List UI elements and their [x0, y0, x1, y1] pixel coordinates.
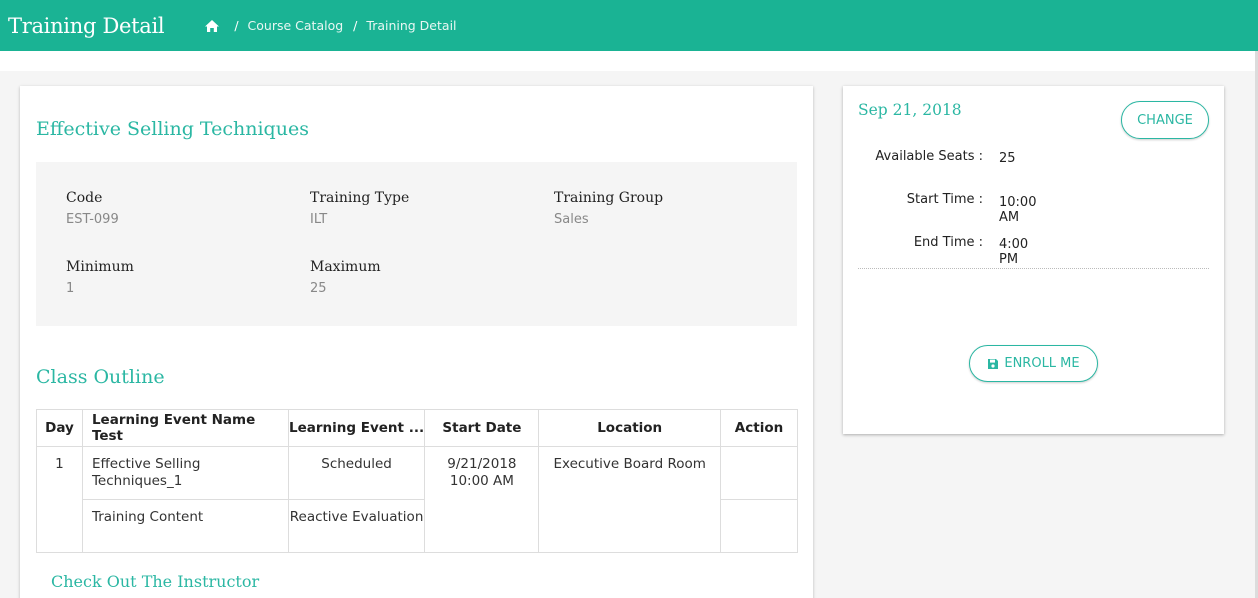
breadcrumb-training-detail: Training Detail	[366, 18, 457, 33]
start-time-label: Start Time :	[906, 192, 983, 207]
start-time: 10:00 AM	[449, 473, 514, 489]
column-header-action: Action	[720, 409, 798, 447]
home-icon[interactable]	[204, 19, 220, 33]
top-bar: Training Detail / Course Catalog / Train…	[0, 0, 1258, 51]
event-type-cell: Scheduled	[287, 446, 426, 500]
event-type-cell: Reactive Evaluation	[287, 499, 426, 553]
breadcrumb-course-catalog[interactable]: Course Catalog	[248, 18, 344, 33]
training-type-field: Training Type ILT	[310, 190, 409, 227]
end-time-value: 4:00 PM	[999, 237, 1029, 267]
maximum-field: Maximum 25	[310, 259, 381, 296]
divider	[858, 268, 1209, 269]
minimum-label: Minimum	[66, 259, 134, 275]
course-info-panel: Code EST-099 Training Type ILT Training …	[36, 162, 797, 326]
maximum-value: 25	[310, 281, 327, 296]
location-cell: Executive Board Room	[538, 446, 722, 553]
action-cell	[720, 446, 798, 500]
session-card: Sep 21, 2018 CHANGE Available Seats : 25…	[843, 86, 1224, 434]
column-header-learning-event-name[interactable]: Learning Event Name Test	[81, 409, 289, 447]
code-label: Code	[66, 190, 103, 206]
breadcrumb-separator: /	[353, 18, 358, 33]
training-type-label: Training Type	[310, 190, 410, 206]
day-cell: 1	[36, 446, 83, 553]
available-seats-value: 25	[999, 151, 1016, 166]
start-date: 9/21/2018	[447, 456, 517, 472]
start-time-value: 10:00 AM	[999, 195, 1037, 225]
training-detail-card: Effective Selling Techniques Code EST-09…	[20, 86, 813, 598]
session-date: Sep 21, 2018	[858, 101, 962, 119]
class-outline-table: Day Learning Event Name Test Learning Ev…	[36, 409, 798, 553]
event-name-cell: Training Content	[81, 499, 289, 553]
maximum-label: Maximum	[310, 259, 381, 275]
training-type-value: ILT	[310, 212, 328, 227]
column-header-location[interactable]: Location	[538, 409, 722, 447]
column-header-day[interactable]: Day	[36, 409, 83, 447]
page-title: Training Detail	[8, 13, 165, 38]
training-group-field: Training Group Sales	[554, 190, 663, 227]
column-header-learning-event-type[interactable]: Learning Event ...	[287, 409, 426, 447]
training-group-label: Training Group	[554, 190, 664, 206]
event-name-cell: Effective Selling Techniques_1	[81, 446, 289, 500]
table-header-row: Day Learning Event Name Test Learning Ev…	[36, 409, 798, 447]
table-row: 1 Effective Selling Techniques_1 Schedul…	[36, 446, 798, 553]
breadcrumb-separator: /	[234, 18, 239, 33]
change-button[interactable]: CHANGE	[1121, 101, 1209, 139]
minimum-value: 1	[66, 281, 75, 296]
end-time-label: End Time :	[913, 235, 983, 250]
header-spacer	[0, 51, 1258, 71]
check-out-instructor-link[interactable]: Check Out The Instructor	[51, 572, 259, 591]
action-cell	[720, 499, 798, 553]
code-value: EST-099	[66, 212, 119, 227]
available-seats-label: Available Seats :	[875, 149, 983, 164]
class-outline-title: Class Outline	[36, 366, 165, 388]
training-group-value: Sales	[554, 212, 589, 227]
column-header-start-date[interactable]: Start Date	[424, 409, 540, 447]
enroll-me-label: ENROLL ME	[1004, 356, 1080, 371]
minimum-field: Minimum 1	[66, 259, 134, 296]
start-date-cell: 9/21/2018 10:00 AM	[424, 446, 540, 553]
breadcrumb: / Course Catalog / Training Detail	[204, 18, 457, 33]
course-title: Effective Selling Techniques	[36, 118, 309, 140]
save-icon	[987, 358, 999, 370]
code-field: Code EST-099	[66, 190, 119, 227]
enroll-me-button[interactable]: ENROLL ME	[969, 345, 1098, 382]
